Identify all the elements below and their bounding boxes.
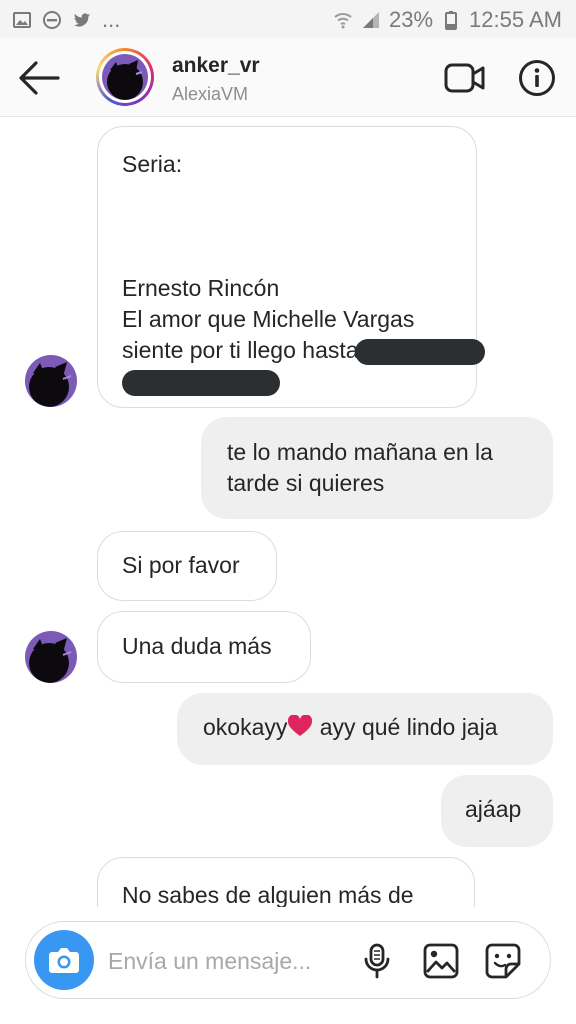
message-text-line: siente por ti llego hasta — [122, 337, 359, 363]
incoming-message[interactable]: No sabes de alguien más de — [97, 857, 475, 907]
wifi-icon — [334, 13, 352, 29]
message-text-line: Seria: — [122, 151, 183, 177]
message-text-line: El amor que Michelle Vargas — [122, 306, 415, 332]
message-composer — [25, 921, 551, 999]
incoming-message[interactable]: Si por favor — [97, 531, 277, 601]
sticker-icon[interactable] — [484, 942, 522, 980]
message-thread[interactable]: Seria: Ernesto Rincón El amor que Michel… — [0, 117, 576, 907]
message-text: Una duda más — [122, 633, 272, 659]
incoming-message[interactable]: Seria: Ernesto Rincón El amor que Michel… — [97, 126, 485, 408]
message-text: okokayy — [203, 714, 288, 740]
status-time: 12:55 AM — [469, 7, 562, 32]
outgoing-message[interactable]: okokayy ayy qué lindo jaja — [177, 693, 553, 765]
profile-picture — [102, 54, 148, 100]
gallery-icon[interactable] — [422, 942, 460, 980]
sender-avatar[interactable] — [25, 631, 77, 683]
more-notifications-text: ... — [102, 7, 121, 32]
do-not-disturb-icon — [43, 11, 61, 29]
incoming-message[interactable]: Una duda más — [97, 611, 311, 683]
signal-icon — [363, 12, 379, 28]
heart-icon — [288, 714, 313, 736]
sender-avatar[interactable] — [25, 355, 77, 407]
message-text-line: Ernesto Rincón — [122, 275, 280, 301]
camera-button[interactable] — [34, 930, 94, 990]
message-text: te lo mando mañana en la tarde si quiere… — [227, 439, 493, 496]
outgoing-message[interactable]: te lo mando mañana en la tarde si quiere… — [201, 417, 553, 519]
image-notification-icon — [13, 12, 31, 28]
redaction-bar — [354, 338, 485, 365]
message-text: ajáap — [465, 796, 522, 822]
redaction-bar — [122, 369, 280, 396]
camera-icon — [49, 948, 79, 973]
info-icon[interactable] — [518, 59, 556, 97]
twitter-icon — [74, 13, 90, 27]
outgoing-message[interactable]: ajáap — [441, 775, 553, 847]
battery-percent: 23% — [389, 7, 434, 32]
header-avatar[interactable] — [96, 48, 154, 106]
microphone-icon[interactable] — [358, 942, 396, 980]
back-arrow-icon[interactable] — [18, 58, 60, 98]
status-left: ... — [12, 7, 120, 33]
chat-header: anker_vr AlexiaVM — [0, 38, 576, 117]
status-bar: ... 23% 12:55 AM — [0, 0, 576, 38]
message-text: No sabes de alguien más de — [122, 882, 414, 907]
message-input[interactable] — [106, 940, 350, 982]
chat-username[interactable]: anker_vr — [172, 54, 260, 78]
message-text: Si por favor — [122, 552, 240, 578]
chat-subtitle: AlexiaVM — [172, 84, 249, 104]
video-camera-icon[interactable] — [444, 62, 486, 94]
status-right: 23% 12:55 AM — [333, 7, 562, 33]
battery-icon — [445, 11, 458, 30]
message-text: ayy qué lindo jaja — [313, 714, 498, 740]
